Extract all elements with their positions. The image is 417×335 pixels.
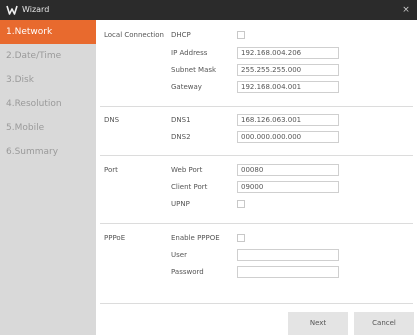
pppoe-label: PPPoE xyxy=(104,234,126,242)
step-resolution[interactable]: 4.Resolution xyxy=(0,92,96,116)
web-port-label: Web Port xyxy=(171,166,203,174)
network-settings-panel: Local Connection DHCP IP Address 192.168… xyxy=(96,20,417,335)
ip-address-label: IP Address xyxy=(171,49,208,57)
dns2-field[interactable]: 000.000.000.000 xyxy=(237,131,339,143)
dhcp-checkbox[interactable] xyxy=(237,31,245,39)
w-logo-icon xyxy=(6,5,18,15)
step-summary[interactable]: 6.Summary xyxy=(0,140,96,164)
password-label: Password xyxy=(171,268,204,276)
user-field[interactable] xyxy=(237,249,339,261)
footer-divider xyxy=(100,303,413,304)
cancel-button[interactable]: Cancel xyxy=(354,312,414,335)
port-label: Port xyxy=(104,166,118,174)
step-mobile[interactable]: 5.Mobile xyxy=(0,116,96,140)
local-connection-label: Local Connection xyxy=(104,31,164,39)
gateway-label: Gateway xyxy=(171,83,202,91)
dhcp-label: DHCP xyxy=(171,31,191,39)
step-disk[interactable]: 3.Disk xyxy=(0,68,96,92)
subnet-mask-field[interactable]: 255.255.255.000 xyxy=(237,64,339,76)
close-icon[interactable]: × xyxy=(400,3,412,17)
subnet-mask-label: Subnet Mask xyxy=(171,66,217,74)
dns1-label: DNS1 xyxy=(171,116,191,124)
section-divider xyxy=(100,106,413,107)
next-button[interactable]: Next xyxy=(288,312,348,335)
dns-label: DNS xyxy=(104,116,120,124)
dns1-field[interactable]: 168.126.063.001 xyxy=(237,114,339,126)
step-date-time[interactable]: 2.Date/Time xyxy=(0,44,96,68)
title-bar: Wizard × xyxy=(0,0,417,20)
client-port-label: Client Port xyxy=(171,183,208,191)
password-field[interactable] xyxy=(237,266,339,278)
wizard-steps-sidebar: 1.Network 2.Date/Time 3.Disk 4.Resolutio… xyxy=(0,20,96,335)
user-label: User xyxy=(171,251,187,259)
dns2-label: DNS2 xyxy=(171,133,191,141)
ip-address-field[interactable]: 192.168.004.206 xyxy=(237,47,339,59)
step-network[interactable]: 1.Network xyxy=(0,20,96,44)
section-divider xyxy=(100,223,413,224)
section-divider xyxy=(100,155,413,156)
gateway-field[interactable]: 192.168.004.001 xyxy=(237,81,339,93)
client-port-field[interactable]: 09000 xyxy=(237,181,339,193)
enable-pppoe-label: Enable PPPOE xyxy=(171,234,220,242)
enable-pppoe-checkbox[interactable] xyxy=(237,234,245,242)
window-title: Wizard xyxy=(22,5,50,14)
upnp-checkbox[interactable] xyxy=(237,200,245,208)
web-port-field[interactable]: 00080 xyxy=(237,164,339,176)
upnp-label: UPNP xyxy=(171,200,190,208)
